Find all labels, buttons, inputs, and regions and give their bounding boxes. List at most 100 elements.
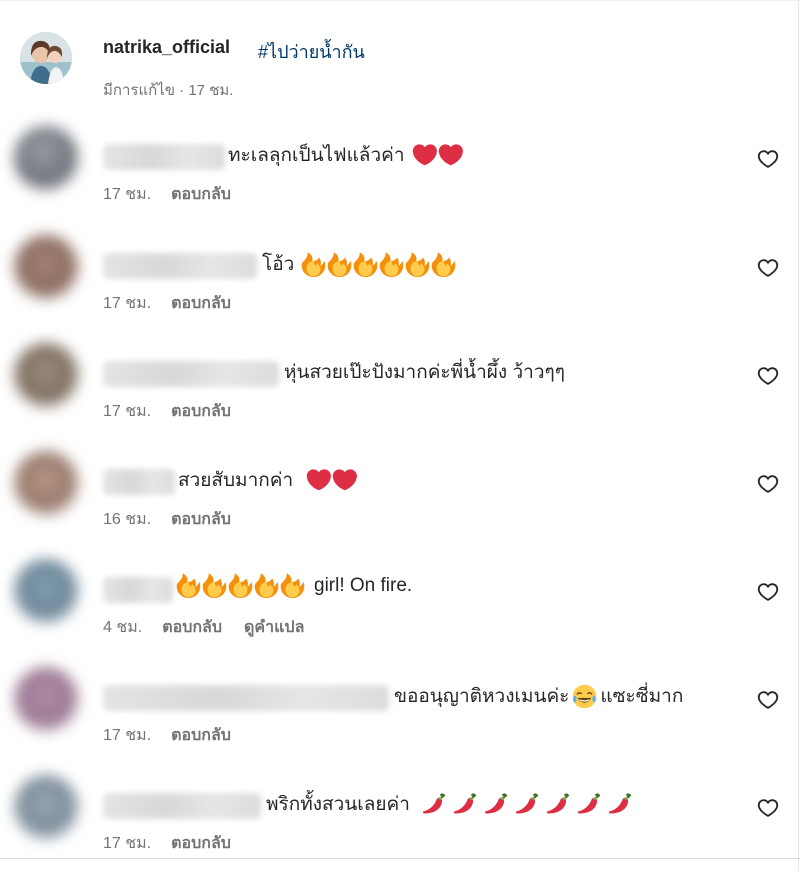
fire-emoji-icon [431, 251, 456, 277]
comment-item: girl! On fire. 4 ชม. ตอบกลับ ดูคำแปล [0, 559, 800, 659]
comment-time: 17 ชม. [103, 727, 152, 744]
chili-pepper-emoji-icon [453, 792, 477, 814]
chili-pepper-emoji-icon [608, 792, 632, 814]
bottom-divider [0, 858, 800, 859]
emoji-group [306, 468, 358, 493]
comment-text-row: พริกทั้งสวนเลยค่า [266, 789, 632, 819]
comment-text: ขออนุญาติหวงเมนค่ะ [394, 686, 570, 707]
fire-emoji-icon [327, 251, 352, 277]
comment-text: สวยสับมากค่า [178, 470, 294, 491]
reply-button[interactable]: ตอบกลับ [171, 291, 231, 316]
fire-emoji-icon [301, 251, 326, 277]
chili-pepper-emoji-icon [422, 792, 446, 814]
author-avatar[interactable] [20, 32, 72, 84]
fire-emoji-icon [254, 573, 279, 598]
reply-button[interactable]: ตอบกลับ [171, 831, 231, 856]
emoji-group [176, 573, 305, 598]
chili-pepper-emoji-icon [484, 792, 508, 814]
reply-button[interactable]: ตอบกลับ [171, 399, 231, 424]
commenter-username-blurred[interactable] [103, 577, 173, 603]
tears-of-joy-emoji-icon [573, 684, 597, 708]
comment-text: ทะเลลุกเป็นไฟแล้วค่า [228, 145, 405, 166]
commenter-username-blurred[interactable] [103, 793, 261, 819]
commenter-avatar[interactable] [14, 235, 78, 299]
caption-time: 17 ชม. [188, 82, 234, 99]
comment-text-row: ขออนุญาติหวงเมนค่ะ แซะซี่มาก [394, 681, 683, 711]
comment-item: ทะเลลุกเป็นไฟแล้วค่า 17 ชม. ตอบกลับ [0, 126, 800, 226]
comment-item: ขออนุญาติหวงเมนค่ะ แซะซี่มาก 17 ชม. ตอบก… [0, 667, 800, 767]
comment-text-row: girl! On fire. [176, 573, 412, 598]
comment-text-row: โอ้ว [262, 249, 456, 279]
reply-button[interactable]: ตอบกลับ [162, 615, 222, 640]
comment-time: 17 ชม. [103, 186, 152, 203]
like-heart-icon[interactable] [757, 148, 779, 170]
commenter-username-blurred[interactable] [103, 361, 279, 387]
comment-meta: 17 ชม. ตอบกลับ [103, 399, 253, 424]
commenter-avatar[interactable] [14, 667, 78, 731]
comment-meta: 17 ชม. ตอบกลับ [103, 291, 253, 316]
reply-button[interactable]: ตอบกลับ [171, 723, 231, 748]
fire-emoji-icon [405, 251, 430, 277]
like-heart-icon[interactable] [757, 473, 779, 495]
commenter-avatar[interactable] [14, 126, 78, 190]
commenter-username-blurred[interactable] [103, 685, 389, 711]
comment-text: หุ่นสวยเป๊ะปังมากค่ะพี่น้ำผึ้ง ว้าวๆๆ [284, 362, 565, 383]
comment-meta: 17 ชม. ตอบกลับ [103, 182, 253, 207]
author-username[interactable]: natrika_official [103, 37, 230, 58]
comment-item: โอ้ว 17 ชม. ตอบกลับ [0, 235, 800, 335]
comment-time: 17 ชม. [103, 835, 152, 852]
commenter-avatar[interactable] [14, 559, 78, 623]
edited-label: มีการแก้ไข [103, 82, 175, 99]
meta-separator: · [175, 82, 189, 99]
comment-time: 4 ชม. [103, 619, 143, 636]
fire-emoji-icon [353, 251, 378, 277]
fire-emoji-icon [176, 573, 201, 598]
comment-meta: 17 ชม. ตอบกลับ [103, 831, 253, 856]
comment-item: สวยสับมากค่า 16 ชม. ตอบกลับ [0, 451, 800, 551]
top-divider [0, 0, 800, 1]
fire-emoji-icon [379, 251, 404, 277]
heart-emoji-icon [438, 143, 463, 165]
commenter-username-blurred[interactable] [103, 253, 257, 279]
fire-emoji-icon [280, 573, 305, 598]
caption-meta: มีการแก้ไข · 17 ชม. [103, 78, 233, 102]
comments-panel: natrika_official #ไปว่ายน้ำกัน มีการแก้ไ… [0, 0, 800, 871]
comment-text: โอ้ว [262, 254, 295, 275]
reply-button[interactable]: ตอบกลับ [171, 182, 231, 207]
fire-emoji-icon [228, 573, 253, 598]
commenter-avatar[interactable] [14, 451, 78, 515]
comment-text: girl! On fire. [314, 574, 413, 596]
comment-item: พริกทั้งสวนเลยค่า 17 ชม. ตอบกลับ [0, 775, 800, 875]
see-translation-button[interactable]: ดูคำแปล [244, 615, 304, 640]
comment-meta: 16 ชม. ตอบกลับ [103, 507, 253, 532]
commenter-avatar[interactable] [14, 775, 78, 839]
like-heart-icon[interactable] [757, 689, 779, 711]
caption-hashtag[interactable]: #ไปว่ายน้ำกัน [258, 37, 365, 66]
reply-button[interactable]: ตอบกลับ [171, 507, 231, 532]
like-heart-icon[interactable] [757, 797, 779, 819]
emoji-group [301, 251, 456, 277]
commenter-username-blurred[interactable] [103, 144, 225, 170]
like-heart-icon[interactable] [757, 257, 779, 279]
comment-text-row: ทะเลลุกเป็นไฟแล้วค่า [228, 140, 463, 170]
commenter-username-blurred[interactable] [103, 469, 175, 495]
like-heart-icon[interactable] [757, 365, 779, 387]
like-heart-icon[interactable] [757, 581, 779, 603]
emoji-group [421, 792, 632, 817]
heart-emoji-icon [412, 143, 437, 165]
chili-pepper-emoji-icon [577, 792, 601, 814]
heart-emoji-icon [306, 468, 332, 490]
commenter-avatar[interactable] [14, 343, 78, 407]
comment-text: พริกทั้งสวนเลยค่า [266, 794, 410, 815]
chili-pepper-emoji-icon [515, 792, 539, 814]
comment-item: หุ่นสวยเป๊ะปังมากค่ะพี่น้ำผึ้ง ว้าวๆๆ 17… [0, 343, 800, 443]
comment-time: 17 ชม. [103, 403, 152, 420]
comment-time: 16 ชม. [103, 511, 152, 528]
comment-text-continued: แซะซี่มาก [600, 686, 684, 707]
comment-text-row: หุ่นสวยเป๊ะปังมากค่ะพี่น้ำผึ้ง ว้าวๆๆ [284, 357, 565, 387]
comment-meta: 17 ชม. ตอบกลับ [103, 723, 253, 748]
comment-time: 17 ชม. [103, 295, 152, 312]
chili-pepper-emoji-icon [546, 792, 570, 814]
heart-emoji-icon [332, 468, 358, 490]
emoji-group [412, 143, 463, 168]
